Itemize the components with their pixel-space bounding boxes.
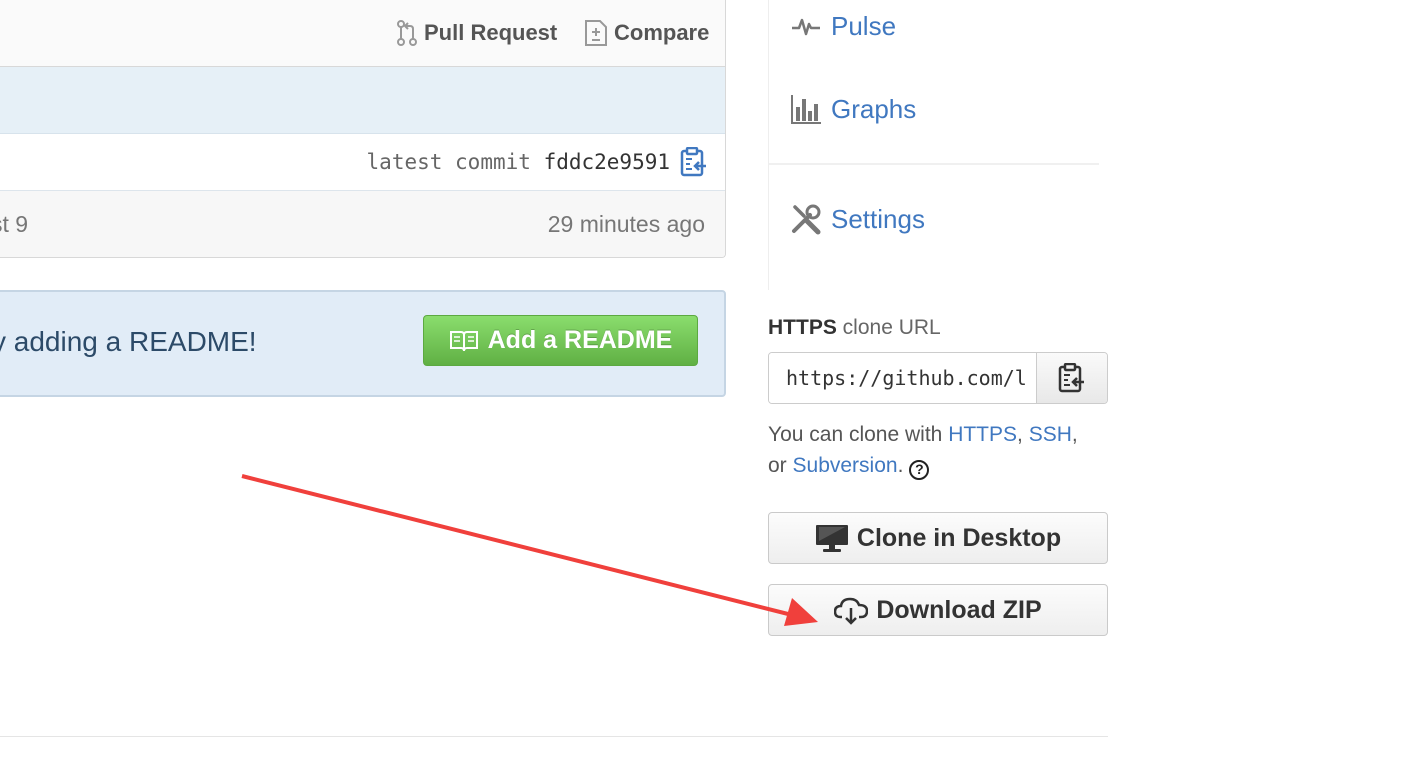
clone-help-text: You can clone with HTTPS, SSH, or Subvers… bbox=[768, 419, 1113, 481]
clone-help-separator: , bbox=[1017, 423, 1029, 446]
footer-divider bbox=[0, 736, 1108, 737]
readme-banner: y adding a README! Add a README bbox=[0, 290, 726, 397]
sidebar-item-label: Graphs bbox=[831, 93, 917, 124]
file-row-age: 29 minutes ago bbox=[547, 211, 705, 237]
question-icon[interactable]: ? bbox=[909, 459, 930, 480]
ssh-clone-link[interactable]: SSH bbox=[1029, 423, 1072, 446]
download-zip-button[interactable]: Download ZIP bbox=[768, 584, 1108, 636]
graph-icon bbox=[789, 94, 823, 124]
clone-help-prefix: You can clone with bbox=[768, 423, 949, 446]
copy-clone-url-button[interactable] bbox=[1036, 353, 1107, 403]
add-readme-button[interactable]: Add a README bbox=[423, 315, 698, 366]
repo-sidebar-nav: Pulse Graphs Settings bbox=[768, 0, 1108, 290]
clone-url-box bbox=[768, 352, 1108, 404]
pull-request-label: Pull Request bbox=[424, 20, 558, 45]
download-zip-label: Download ZIP bbox=[876, 595, 1042, 624]
cloud-download-icon bbox=[834, 597, 869, 625]
sidebar-item-settings[interactable]: Settings bbox=[789, 201, 925, 237]
tools-icon bbox=[789, 204, 823, 235]
add-readme-label: Add a README bbox=[487, 326, 673, 354]
readme-prompt-text: y adding a README! bbox=[0, 326, 257, 357]
clone-in-desktop-button[interactable]: Clone in Desktop bbox=[768, 512, 1108, 564]
book-icon bbox=[449, 330, 478, 351]
compare-label: Compare bbox=[614, 20, 710, 45]
commit-tease-bar bbox=[0, 67, 725, 134]
pull-request-icon bbox=[397, 20, 417, 46]
clone-title-rest: clone URL bbox=[836, 316, 941, 339]
https-clone-link[interactable]: HTTPS bbox=[948, 423, 1017, 446]
subversion-clone-link[interactable]: Subversion bbox=[793, 454, 898, 477]
copy-sha-button[interactable] bbox=[679, 147, 709, 177]
desktop-icon bbox=[815, 525, 848, 552]
compare-link[interactable]: Compare bbox=[584, 18, 709, 48]
sidebar-item-pulse[interactable]: Pulse bbox=[789, 8, 896, 44]
commit-sha[interactable]: fddc2e9591 bbox=[544, 150, 670, 174]
file-listing-box: Pull Request Compare latest commit fddc2… bbox=[0, 0, 726, 258]
pulse-icon bbox=[789, 11, 823, 41]
clipboard-icon bbox=[1058, 363, 1084, 393]
clone-help-separator: , bbox=[1071, 423, 1078, 446]
file-toolbar: Pull Request Compare bbox=[0, 0, 725, 67]
latest-commit-row: latest commit fddc2e9591 bbox=[0, 134, 725, 191]
sidebar-item-label: Pulse bbox=[831, 10, 897, 41]
latest-commit-text: latest commit fddc2e9591 bbox=[367, 150, 670, 174]
compare-icon bbox=[585, 20, 607, 46]
file-row: st 9 29 minutes ago bbox=[0, 191, 725, 257]
clone-url-title: HTTPS clone URL bbox=[768, 316, 941, 340]
sidebar-item-graphs[interactable]: Graphs bbox=[789, 91, 916, 127]
clone-url-input[interactable] bbox=[769, 353, 1037, 403]
clipboard-icon bbox=[680, 147, 706, 177]
clone-help-period: . bbox=[897, 454, 904, 477]
file-row-message: st 9 bbox=[0, 211, 29, 237]
sidebar-divider bbox=[769, 163, 1099, 165]
clone-help-or: or bbox=[768, 454, 793, 477]
latest-commit-label: latest commit bbox=[366, 150, 531, 174]
sidebar-item-label: Settings bbox=[831, 203, 925, 234]
clone-in-desktop-label: Clone in Desktop bbox=[856, 523, 1062, 552]
pull-request-link[interactable]: Pull Request bbox=[396, 18, 557, 48]
clone-protocol: HTTPS bbox=[768, 316, 837, 339]
